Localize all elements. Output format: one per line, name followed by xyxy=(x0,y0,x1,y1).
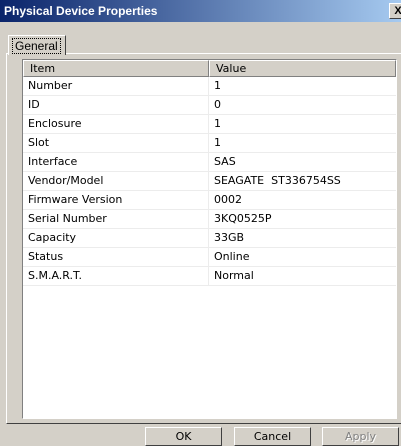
item-cell: ID xyxy=(23,96,209,115)
item-cell: Interface xyxy=(23,153,209,172)
item-cell: Slot xyxy=(23,134,209,153)
apply-button[interactable]: Apply xyxy=(322,427,399,446)
item-cell: Serial Number xyxy=(23,210,209,229)
close-icon: X xyxy=(394,5,401,17)
list-row[interactable]: Interface SAS xyxy=(23,153,396,172)
value-cell: SAS xyxy=(214,155,236,168)
list-row[interactable]: Serial Number 3KQ0525P xyxy=(23,210,396,229)
value-cell: 1 xyxy=(214,79,221,92)
value-cell: 33GB xyxy=(214,231,245,244)
value-cell: 0 xyxy=(214,98,221,111)
item-cell: S.M.A.R.T. xyxy=(23,267,209,286)
tab-general[interactable]: General xyxy=(8,35,66,55)
title-bar[interactable]: Physical Device Properties X xyxy=(0,0,401,22)
column-header-item[interactable]: Item xyxy=(23,60,209,77)
close-button[interactable]: X xyxy=(389,3,401,19)
column-header-value[interactable]: Value xyxy=(209,60,396,77)
item-cell: Number xyxy=(23,77,209,96)
properties-list[interactable]: Item Value Number 1 ID 0 Enclosure 1 Slo… xyxy=(22,59,397,419)
item-cell: Enclosure xyxy=(23,115,209,134)
value-cell: Online xyxy=(214,250,250,263)
list-row[interactable]: Slot 1 xyxy=(23,134,396,153)
item-cell: Status xyxy=(23,248,209,267)
list-row[interactable]: Status Online xyxy=(23,248,396,267)
value-cell: 3KQ0525P xyxy=(214,212,272,225)
value-cell: Normal xyxy=(214,269,254,282)
item-cell: Vendor/Model xyxy=(23,172,209,191)
list-row[interactable]: Vendor/Model SEAGATE ST336754SS xyxy=(23,172,396,191)
value-cell: 0002 xyxy=(214,193,242,206)
list-row[interactable]: Enclosure 1 xyxy=(23,115,396,134)
value-cell: SEAGATE ST336754SS xyxy=(214,174,341,187)
list-row[interactable]: S.M.A.R.T. Normal xyxy=(23,267,396,286)
list-row[interactable]: Capacity 33GB xyxy=(23,229,396,248)
value-cell: 1 xyxy=(214,117,221,130)
window-title: Physical Device Properties xyxy=(4,4,158,18)
item-cell: Capacity xyxy=(23,229,209,248)
value-cell: 1 xyxy=(214,136,221,149)
item-cell: Firmware Version xyxy=(23,191,209,210)
cancel-button[interactable]: Cancel xyxy=(234,427,311,446)
list-row[interactable]: Firmware Version 0002 xyxy=(23,191,396,210)
list-rows: Number 1 ID 0 Enclosure 1 Slot 1 Interfa… xyxy=(23,77,396,286)
list-row[interactable]: Number 1 xyxy=(23,77,396,96)
list-row[interactable]: ID 0 xyxy=(23,96,396,115)
list-header: Item Value xyxy=(23,60,396,77)
ok-button[interactable]: OK xyxy=(145,427,222,446)
tab-general-label: General xyxy=(12,38,61,54)
